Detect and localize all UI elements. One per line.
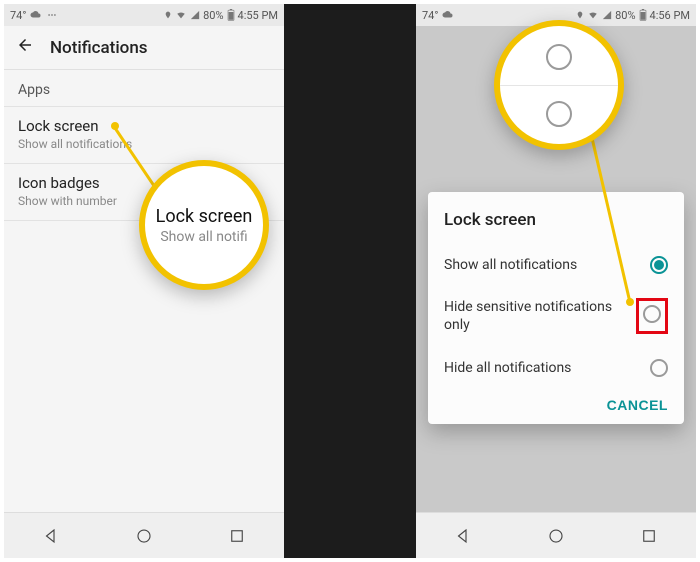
row-subtitle: Show all notifications (18, 137, 270, 151)
option-hide-sensitive[interactable]: Hide sensitive notifications only (444, 286, 668, 346)
radio-icon (546, 44, 572, 70)
status-time: 4:55 PM (238, 9, 278, 22)
status-signal-pct: 80% (203, 9, 223, 22)
nav-recent-icon[interactable] (639, 526, 659, 546)
wifi-icon (175, 10, 187, 20)
radio-selected-icon[interactable] (650, 256, 668, 274)
cancel-button[interactable]: CANCEL (607, 397, 668, 413)
magnifier-title: Lock screen (156, 206, 253, 227)
status-temp: 74° (10, 9, 26, 22)
signal-icon (190, 10, 200, 20)
cloudy-icon (442, 10, 454, 20)
radio-icon[interactable] (650, 359, 668, 377)
section-apps[interactable]: Apps (4, 70, 284, 106)
battery-icon (227, 9, 235, 21)
phone-left: 74° 80% (4, 4, 284, 558)
nav-bar (4, 512, 284, 558)
magnifier-lock-screen: Lock screen Show all notifi (139, 160, 269, 290)
dialog-actions: CANCEL (444, 389, 668, 414)
dialog-lock-screen: Lock screen Show all notifications Hide … (428, 192, 684, 424)
radio-icon (546, 101, 572, 127)
status-bar: 74° 80% (4, 4, 284, 26)
wifi-icon (587, 10, 599, 20)
row-title: Lock screen (18, 117, 270, 135)
nav-home-icon[interactable] (546, 526, 566, 546)
callout-dot (626, 298, 634, 306)
location-icon (576, 10, 584, 20)
status-temp: 74° (422, 9, 438, 22)
nav-back-icon[interactable] (453, 526, 473, 546)
page-title: Notifications (50, 38, 148, 58)
location-icon (164, 10, 172, 20)
magnifier-subtitle: Show all notifi (160, 229, 247, 245)
option-label: Show all notifications (444, 256, 577, 274)
back-icon[interactable] (16, 36, 34, 59)
status-signal-pct: 80% (615, 9, 635, 22)
option-label: Hide sensitive notifications only (444, 298, 626, 334)
nav-back-icon[interactable] (41, 526, 61, 546)
nav-bar (416, 512, 696, 558)
magnifier-radio-buttons (494, 20, 624, 150)
option-hide-all[interactable]: Hide all notifications (444, 347, 668, 389)
radio-icon[interactable] (643, 305, 661, 323)
divider (500, 85, 618, 86)
nav-recent-icon[interactable] (227, 526, 247, 546)
option-show-all[interactable]: Show all notifications (444, 244, 668, 286)
row-lock-screen[interactable]: Lock screen Show all notifications (4, 107, 284, 163)
battery-icon (639, 9, 647, 21)
status-time: 4:56 PM (650, 9, 690, 22)
signal-icon (602, 10, 612, 20)
stage: 74° 80% (4, 4, 696, 558)
more-icon (46, 10, 58, 20)
highlight-box (636, 298, 668, 334)
option-label: Hide all notifications (444, 359, 571, 377)
header: Notifications (4, 26, 284, 70)
callout-dot (111, 122, 119, 130)
cloudy-icon (30, 10, 42, 20)
dialog-title: Lock screen (444, 210, 668, 230)
nav-home-icon[interactable] (134, 526, 154, 546)
